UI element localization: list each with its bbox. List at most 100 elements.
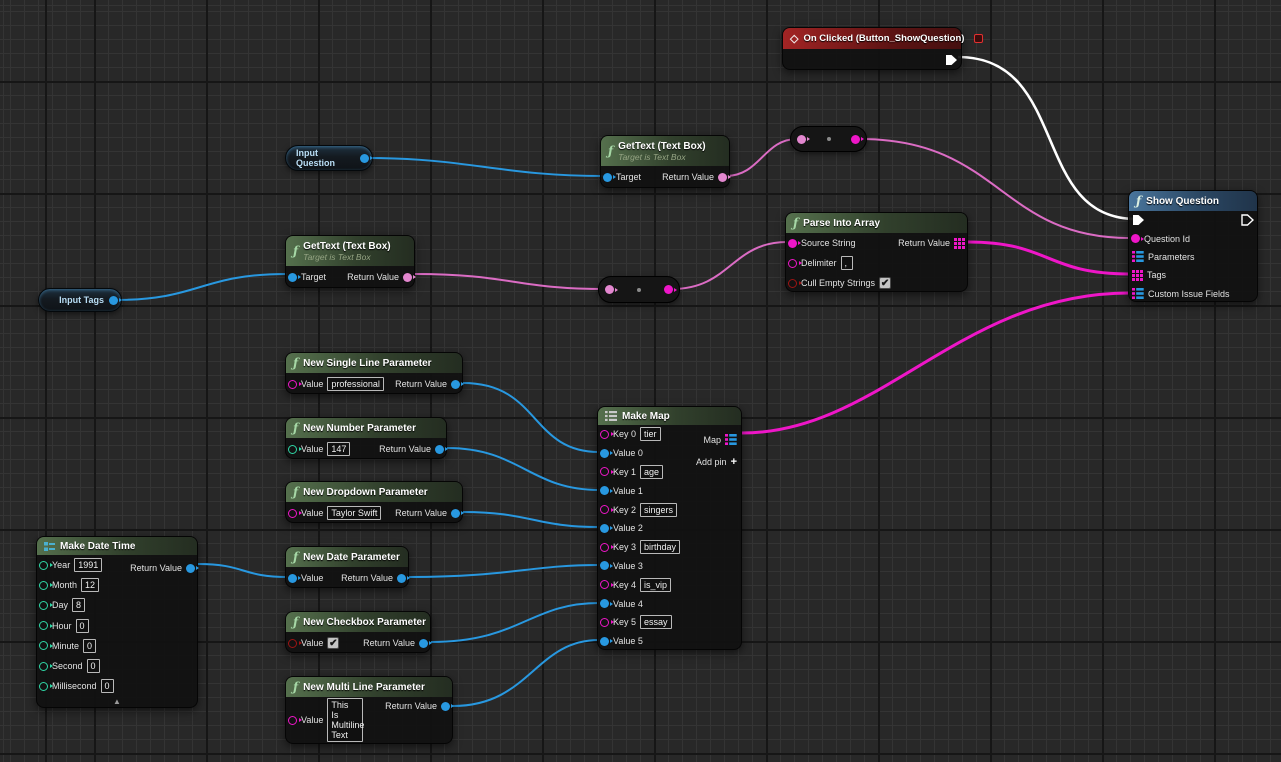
- hour-input[interactable]: 0: [76, 619, 89, 633]
- array-return-pin[interactable]: [954, 238, 965, 249]
- minute-pin[interactable]: [39, 641, 48, 650]
- key-5-input[interactable]: essay: [640, 615, 672, 629]
- value-input[interactable]: 147: [327, 442, 350, 456]
- reroute-in-pin[interactable]: [797, 135, 806, 144]
- key-2-pin[interactable]: [600, 505, 609, 514]
- reroute-out-pin[interactable]: [664, 285, 673, 294]
- node-make-map[interactable]: Make Map Map Add pin + Key 0 tier Value …: [597, 406, 742, 650]
- question-id-pin[interactable]: [1131, 234, 1140, 243]
- value-pin[interactable]: [288, 716, 297, 725]
- custom-issue-fields-map-pin[interactable]: [1132, 288, 1144, 299]
- value-pin[interactable]: [288, 574, 297, 583]
- month-pin[interactable]: [39, 581, 48, 590]
- node-new-dropdown-parameter[interactable]: ƒ New Dropdown Parameter Value Taylor Sw…: [285, 481, 463, 523]
- pin-label: Return Value: [395, 379, 447, 389]
- node-new-checkbox-parameter[interactable]: ƒ New Checkbox Parameter Value ✔ Return …: [285, 611, 431, 653]
- key-3-pin[interactable]: [600, 543, 609, 552]
- variable-input-question[interactable]: Input Question: [285, 145, 373, 171]
- key-4-pin[interactable]: [600, 580, 609, 589]
- function-icon: ƒ: [293, 487, 298, 497]
- cull-empty-strings-pin[interactable]: [788, 279, 797, 288]
- value-0-pin[interactable]: [600, 449, 609, 458]
- variable-input-tags[interactable]: Input Tags: [38, 288, 122, 312]
- node-gettext-tags[interactable]: ƒ GetText (Text Box) Target is Text Box …: [285, 235, 415, 288]
- reroute-node-question[interactable]: [790, 126, 867, 152]
- node-new-multi-line-parameter[interactable]: ƒ New Multi Line Parameter Return Value …: [285, 676, 453, 744]
- node-parse-into-array[interactable]: ƒ Parse Into Array Source String Return …: [785, 212, 968, 292]
- value-3-pin[interactable]: [600, 561, 609, 570]
- tags-array-pin[interactable]: [1132, 270, 1143, 281]
- day-input[interactable]: 8: [72, 598, 85, 612]
- return-value-pin[interactable]: [451, 509, 460, 518]
- value-pin[interactable]: [288, 509, 297, 518]
- source-string-pin[interactable]: [788, 239, 797, 248]
- year-input[interactable]: 1991: [74, 558, 102, 572]
- return-value-pin[interactable]: [435, 445, 444, 454]
- pin-label: Custom Issue Fields: [1148, 289, 1230, 299]
- value-2-pin[interactable]: [600, 524, 609, 533]
- millisecond-pin[interactable]: [39, 682, 48, 691]
- key-1-pin[interactable]: [600, 467, 609, 476]
- value-5-pin[interactable]: [600, 637, 609, 646]
- return-value-pin[interactable]: [186, 564, 195, 573]
- day-pin[interactable]: [39, 601, 48, 610]
- key-2-input[interactable]: singers: [640, 503, 677, 517]
- return-value-pin[interactable]: [718, 173, 727, 182]
- value-pin[interactable]: [288, 639, 297, 648]
- month-input[interactable]: 12: [81, 578, 99, 592]
- node-on-clicked[interactable]: ◇ On Clicked (Button_ShowQuestion): [782, 27, 962, 70]
- target-pin[interactable]: [603, 173, 612, 182]
- hour-pin[interactable]: [39, 621, 48, 630]
- return-value-pin[interactable]: [403, 273, 412, 282]
- node-make-date-time[interactable]: Make Date Time Return Value Year 1991 Mo…: [36, 536, 198, 708]
- reroute-node-tags[interactable]: [598, 276, 680, 303]
- value-pin[interactable]: [288, 380, 297, 389]
- target-pin[interactable]: [288, 273, 297, 282]
- pin-label: Return Value: [395, 508, 447, 518]
- key-0-input[interactable]: tier: [640, 427, 661, 441]
- return-value-pin[interactable]: [397, 574, 406, 583]
- reroute-in-pin[interactable]: [605, 285, 614, 294]
- return-value-pin[interactable]: [451, 380, 460, 389]
- key-0-pin[interactable]: [600, 430, 609, 439]
- delimiter-input[interactable]: ,: [841, 256, 853, 270]
- key-5-pin[interactable]: [600, 618, 609, 627]
- return-value-pin[interactable]: [419, 639, 428, 648]
- node-new-date-parameter[interactable]: ƒ New Date Parameter Value Return Value: [285, 546, 409, 588]
- pin-label: Key 3: [613, 542, 636, 552]
- reroute-out-pin[interactable]: [851, 135, 860, 144]
- collapse-pins-arrow[interactable]: ▲: [113, 697, 121, 706]
- year-pin[interactable]: [39, 561, 48, 570]
- node-gettext-question[interactable]: ƒ GetText (Text Box) Target is Text Box …: [600, 135, 730, 188]
- value-4-pin[interactable]: [600, 599, 609, 608]
- value-input[interactable]: professional: [327, 377, 384, 391]
- exec-out-pin[interactable]: [945, 54, 958, 66]
- value-checkbox[interactable]: ✔: [327, 637, 339, 649]
- key-1-input[interactable]: age: [640, 465, 663, 479]
- cull-empty-strings-checkbox[interactable]: ✔: [879, 277, 891, 289]
- node-new-single-line-parameter[interactable]: ƒ New Single Line Parameter Value profes…: [285, 352, 463, 394]
- output-pin[interactable]: [360, 154, 369, 163]
- minute-input[interactable]: 0: [83, 639, 96, 653]
- value-pin[interactable]: [288, 445, 297, 454]
- return-value-pin[interactable]: [441, 702, 450, 711]
- blueprint-canvas[interactable]: ◇ On Clicked (Button_ShowQuestion) Input…: [0, 0, 1281, 762]
- value-input[interactable]: Taylor Swift: [327, 506, 381, 520]
- second-pin[interactable]: [39, 662, 48, 671]
- delegate-pin[interactable]: [974, 34, 983, 43]
- delimiter-pin[interactable]: [788, 259, 797, 268]
- value-input[interactable]: This Is Multiline Text: [327, 698, 363, 742]
- node-show-question[interactable]: ƒ Show Question Question Id Parameters T…: [1128, 190, 1258, 302]
- add-pin-button[interactable]: +: [731, 457, 737, 467]
- node-new-number-parameter[interactable]: ƒ New Number Parameter Value 147 Return …: [285, 417, 447, 459]
- parameters-map-pin[interactable]: [1132, 251, 1144, 262]
- exec-out-pin[interactable]: [1241, 214, 1254, 226]
- key-3-input[interactable]: birthday: [640, 540, 680, 554]
- value-1-pin[interactable]: [600, 486, 609, 495]
- exec-in-pin[interactable]: [1132, 214, 1145, 226]
- output-pin[interactable]: [109, 296, 118, 305]
- millisecond-input[interactable]: 0: [101, 679, 114, 693]
- key-4-input[interactable]: is_vip: [640, 578, 671, 592]
- map-output-pin[interactable]: [725, 434, 737, 445]
- second-input[interactable]: 0: [87, 659, 100, 673]
